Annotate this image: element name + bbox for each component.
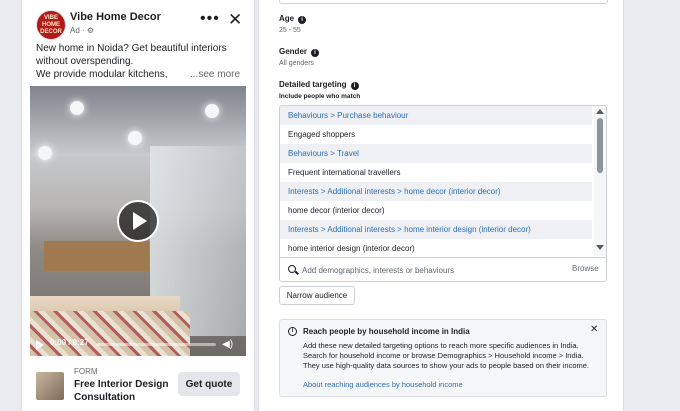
notice-line: Search for household income or browse De…	[303, 351, 584, 360]
browse-link[interactable]: Browse	[572, 264, 599, 273]
cta-thumbnail	[36, 372, 64, 400]
age-value: 25 - 55	[279, 27, 301, 34]
targeting-item[interactable]: home decor (interior decor)	[280, 201, 592, 220]
targeting-list: Behaviours > Purchase behaviour Engaged …	[279, 105, 607, 282]
gender-label: Gender i	[279, 47, 320, 57]
income-notice: i Reach people by household income in In…	[279, 319, 607, 397]
video-time: 0:00 / 0:27	[50, 338, 89, 347]
gender-value: All genders	[279, 60, 315, 67]
close-icon[interactable]: ✕	[228, 11, 244, 30]
see-more-link[interactable]: ...see more	[190, 69, 240, 80]
previous-field-box	[279, 0, 608, 4]
targeting-item[interactable]: home interior design (interior decor)	[280, 239, 592, 258]
notice-line: Add these new detailed targeting options…	[303, 341, 579, 350]
detailed-targeting-label: Detailed targeting i	[279, 80, 359, 90]
notice-body: Add these new detailed targeting options…	[303, 341, 603, 371]
notice-line: They use high-quality data sources to sh…	[303, 361, 590, 370]
page-name[interactable]: Vibe Home Decor	[70, 11, 161, 23]
targeting-scrollbar[interactable]	[594, 106, 606, 256]
age-label-text: Age	[279, 14, 295, 23]
ceiling-light	[70, 101, 84, 115]
small-play-icon[interactable]	[36, 340, 44, 350]
scroll-down-icon[interactable]	[596, 245, 604, 250]
targeting-search-row: Browse	[280, 257, 606, 281]
ad-meta: Ad · ⚙	[70, 26, 95, 35]
play-icon[interactable]	[117, 200, 159, 242]
scroll-up-icon[interactable]	[596, 109, 604, 114]
ceiling-light	[38, 146, 52, 160]
cta-row: FORM Free Interior Design Consultation G…	[22, 362, 254, 408]
headboard	[44, 241, 149, 271]
targeting-category[interactable]: Behaviours > Travel	[280, 144, 592, 163]
info-icon: i	[288, 327, 297, 336]
household-income-link[interactable]: About reaching audiences by household in…	[303, 380, 463, 389]
more-options-icon[interactable]: •••	[200, 11, 220, 30]
search-icon	[288, 265, 296, 273]
info-icon[interactable]: i	[311, 49, 320, 57]
targeting-search-input[interactable]	[302, 263, 552, 277]
page-avatar[interactable]: VIBE HOME DECOR	[36, 10, 66, 40]
close-icon[interactable]: ✕	[590, 325, 598, 335]
ad-header: VIBE HOME DECOR Vibe Home Decor Ad · ⚙ •…	[22, 8, 254, 40]
targeting-category[interactable]: Behaviours > Purchase behaviour	[280, 106, 592, 125]
ad-text-line: without overspending.	[36, 56, 134, 67]
ad-text-line: New home in Noida? Get beautiful interio…	[36, 43, 227, 54]
ad-preview-card: VIBE HOME DECOR Vibe Home Decor Ad · ⚙ •…	[21, 0, 255, 411]
targeting-item[interactable]: Engaged shoppers	[280, 125, 592, 144]
cta-type: FORM	[74, 367, 98, 376]
info-icon[interactable]: i	[298, 16, 307, 24]
targeting-item[interactable]: Frequent international travellers	[280, 163, 592, 182]
info-icon[interactable]: i	[350, 82, 359, 90]
targeting-category[interactable]: Interests > Additional interests > home …	[280, 182, 592, 201]
notice-title: Reach people by household income in Indi…	[303, 327, 470, 336]
get-quote-button[interactable]: Get quote	[178, 372, 240, 396]
ceiling-light	[205, 104, 219, 118]
ad-video[interactable]	[30, 86, 246, 356]
cta-title: Free Interior Design Consultation	[74, 379, 169, 403]
targeting-subtitle: Include people who match	[279, 93, 361, 100]
scroll-thumb[interactable]	[597, 118, 603, 173]
targeting-label-text: Detailed targeting	[279, 80, 347, 89]
video-progress-track[interactable]	[96, 343, 216, 346]
gender-label-text: Gender	[279, 47, 308, 56]
narrow-audience-button[interactable]: Narrow audience	[279, 286, 355, 305]
ceiling-light	[128, 131, 142, 145]
volume-icon[interactable]: ◀)	[222, 339, 236, 350]
video-controls: 0:00 / 0:27 ◀)	[30, 336, 246, 354]
targeting-category[interactable]: Interests > Additional interests > home …	[280, 220, 592, 239]
age-label: Age i	[279, 14, 307, 24]
audience-panel: Age i 25 - 55 Gender i All genders Detaile…	[258, 0, 624, 411]
